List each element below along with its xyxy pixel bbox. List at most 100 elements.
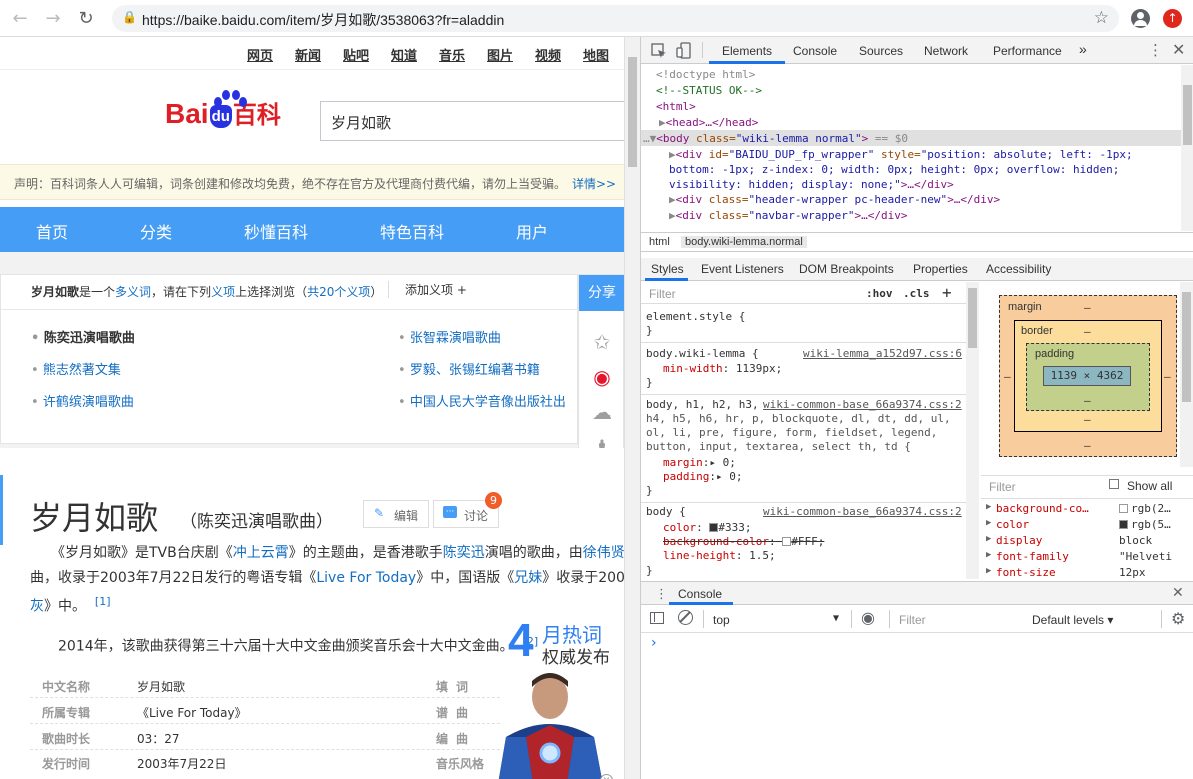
close-devtools-icon[interactable]: ✕: [1172, 40, 1185, 59]
toplink-images[interactable]: 图片: [487, 45, 513, 64]
expand-triangle-icon[interactable]: ▶: [986, 566, 991, 576]
computed-prop[interactable]: color: [996, 518, 1029, 531]
toplink-news[interactable]: 新闻: [295, 45, 321, 64]
console-filter-input[interactable]: Filter: [899, 613, 926, 627]
rule-declaration[interactable]: margin:▸ 0;: [663, 456, 736, 470]
dom-div[interactable]: ▶<div id="BAIDU_DUP_fp_wrapper" style="p…: [669, 147, 1133, 162]
dom-head[interactable]: ▶<head>…</head>: [659, 115, 758, 130]
margin-right-value[interactable]: –: [1164, 370, 1171, 383]
drawer-tab-console[interactable]: Console: [678, 587, 722, 601]
border-box[interactable]: border – – padding 1139 × 4362 –: [1014, 320, 1162, 432]
edit-button[interactable]: ✎ 编辑: [363, 500, 430, 528]
dom-body[interactable]: …▼<body class="wiki-lemma normal"> == $0: [643, 131, 908, 146]
border-top-value[interactable]: –: [1084, 325, 1091, 338]
expand-triangle-icon[interactable]: ▶: [659, 116, 666, 129]
new-rule-button[interactable]: +: [942, 283, 952, 302]
profile-avatar-icon[interactable]: [1131, 9, 1150, 28]
rule-declaration[interactable]: padding:▸ 0;: [663, 470, 742, 484]
link-xiongmei[interactable]: 兄妹: [514, 570, 542, 586]
toplink-map[interactable]: 地图: [583, 45, 609, 64]
update-icon[interactable]: ↑: [1163, 9, 1182, 28]
address-bar[interactable]: 🔒 https://baike.baidu.com/item/岁月如歌/3538…: [112, 5, 1119, 32]
computed-value[interactable]: block: [1119, 534, 1152, 547]
log-levels-dropdown[interactable]: Default levels ▾: [1032, 613, 1113, 627]
hov-toggle[interactable]: :hov: [866, 287, 893, 300]
disclaimer-more-link[interactable]: 详情>>: [572, 175, 616, 192]
back-arrow-icon[interactable]: ←: [10, 9, 30, 29]
rule-source-link[interactable]: wiki-lemma_a152d97.css:6: [803, 347, 962, 361]
color-swatch[interactable]: [782, 537, 792, 546]
wechat-icon[interactable]: ☁: [590, 400, 614, 424]
computed-prop[interactable]: font-size: [996, 566, 1056, 579]
rule-selector[interactable]: body, h1, h2, h3,: [646, 398, 759, 412]
more-tabs-button[interactable]: »: [1079, 41, 1087, 57]
computed-prop[interactable]: background-co…: [996, 502, 1089, 515]
link-hui[interactable]: 灰: [30, 599, 44, 615]
sense-item[interactable]: 中国人民大学音像出版社出: [398, 391, 566, 410]
dom-comment[interactable]: <!--STATUS OK-->: [656, 83, 762, 98]
drawer-menu-icon[interactable]: ⋮: [655, 587, 668, 602]
nav-category[interactable]: 分类: [140, 219, 172, 243]
expand-triangle-icon[interactable]: ▶: [986, 550, 991, 560]
margin-bottom-value[interactable]: –: [1084, 439, 1091, 452]
sense-item[interactable]: 陈奕迅演唱歌曲: [31, 327, 135, 346]
url-text[interactable]: https://baike.baidu.com/item/岁月如歌/353806…: [142, 10, 504, 30]
reference-1[interactable]: [1]: [95, 595, 111, 608]
toplink-video[interactable]: 视频: [535, 45, 561, 64]
toplink-zhidao[interactable]: 知道: [391, 45, 417, 64]
computed-value[interactable]: rgb(2…: [1131, 502, 1171, 515]
rule-selector[interactable]: h4, h5, h6, hr, p, blockquote, dl, dt, d…: [646, 412, 951, 426]
dom-div[interactable]: ▶<div class="header-wrapper pc-header-ne…: [669, 192, 1000, 207]
computed-prop[interactable]: display: [996, 534, 1042, 547]
tab-elements[interactable]: Elements: [722, 44, 772, 58]
rule-declaration[interactable]: min-width: 1139px;: [663, 362, 782, 376]
add-sense-button[interactable]: 添加义项 +: [388, 281, 467, 298]
live-expression-eye-icon[interactable]: ◉: [861, 608, 875, 627]
rule-declaration[interactable]: line-height: 1.5;: [663, 549, 776, 563]
link-composer[interactable]: 徐伟贤: [583, 545, 624, 561]
computed-value[interactable]: rgb(5…: [1131, 518, 1171, 531]
link-chongshangyunxiao[interactable]: 冲上云霄: [233, 545, 289, 561]
toplink-music[interactable]: 音乐: [439, 45, 465, 64]
computed-prop[interactable]: font-family: [996, 550, 1069, 563]
rule-selector[interactable]: body.wiki-lemma {: [646, 347, 759, 361]
link-eason[interactable]: 陈奕迅: [443, 545, 485, 561]
dom-html[interactable]: <html>: [656, 99, 696, 114]
expand-triangle-icon[interactable]: ▶: [986, 534, 991, 544]
border-bottom-value[interactable]: –: [1084, 413, 1091, 426]
forward-arrow-icon[interactable]: →: [43, 9, 63, 29]
sense-item[interactable]: 熊志然著文集: [31, 359, 121, 378]
toplink-tieba[interactable]: 贴吧: [343, 45, 369, 64]
link-album[interactable]: Live For Today: [316, 570, 416, 586]
subtab-properties[interactable]: Properties: [913, 262, 968, 276]
computed-value[interactable]: 12px: [1119, 566, 1146, 579]
kebab-menu-icon[interactable]: ⋮: [1148, 41, 1163, 59]
subtab-styles[interactable]: Styles: [651, 262, 684, 276]
search-input[interactable]: 岁月如歌: [320, 101, 624, 141]
color-swatch[interactable]: [1119, 504, 1128, 513]
breadcrumb-body[interactable]: body.wiki-lemma.normal: [681, 236, 807, 248]
boxmodel-scrollbar[interactable]: [1180, 282, 1193, 467]
rule-selector[interactable]: button, input, textarea, select th, td {: [646, 440, 911, 454]
padding-bottom-value[interactable]: –: [1084, 394, 1091, 407]
computed-value[interactable]: "Helveti: [1119, 550, 1172, 563]
inspect-element-icon[interactable]: [651, 43, 667, 59]
styles-scrollbar[interactable]: [966, 282, 979, 579]
scrollbar-thumb[interactable]: [628, 57, 637, 167]
weibo-icon[interactable]: ◉: [590, 365, 614, 389]
polysemy-link[interactable]: 多义词: [115, 285, 151, 299]
sense-item[interactable]: 罗毅、张锡红编著书籍: [398, 359, 540, 378]
close-drawer-icon[interactable]: ✕: [1172, 585, 1184, 601]
sense-count-link[interactable]: 共20个义项: [307, 285, 370, 299]
dom-div[interactable]: ▶<div class="navbar-wrapper">…</div>: [669, 208, 907, 223]
expand-triangle-icon[interactable]: ▶: [986, 502, 991, 512]
subtab-accessibility[interactable]: Accessibility: [986, 262, 1051, 276]
nav-featured[interactable]: 特色百科: [380, 219, 444, 243]
cls-toggle[interactable]: .cls: [903, 287, 930, 300]
dom-doctype[interactable]: <!doctype html>: [656, 67, 755, 82]
rule-declaration-overridden[interactable]: background-color: #FFF;: [663, 535, 824, 549]
nav-home[interactable]: 首页: [36, 219, 68, 243]
rule-source-link[interactable]: wiki-common-base_66a9374.css:2: [763, 505, 962, 519]
dom-scrollbar[interactable]: [1181, 65, 1193, 231]
sense-item[interactable]: 张智霖演唱歌曲: [398, 327, 501, 346]
